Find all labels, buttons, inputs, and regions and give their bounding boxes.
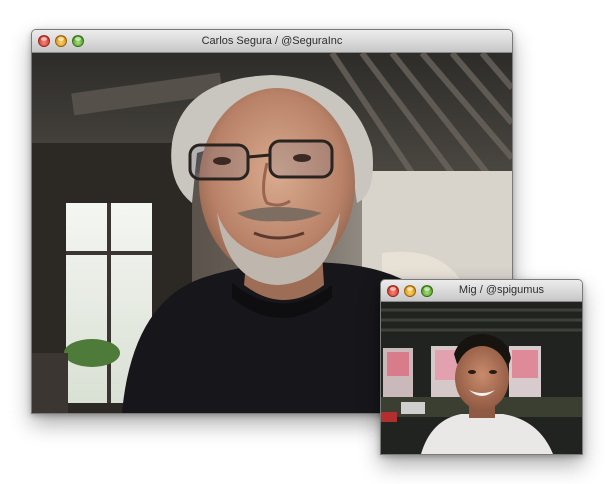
zoom-button[interactable] (72, 35, 84, 47)
minimize-button[interactable] (55, 35, 67, 47)
pip-window-titlebar[interactable]: Mig / @spigumus (381, 280, 582, 302)
pip-zoom-button[interactable] (421, 284, 433, 297)
window-controls (38, 30, 84, 52)
local-participant-video (381, 302, 582, 454)
main-window-title: Carlos Segura / @SeguraInc (201, 35, 343, 47)
close-button[interactable] (38, 35, 50, 47)
pip-close-button[interactable] (387, 284, 399, 297)
pip-minimize-button[interactable] (404, 284, 416, 297)
main-window-titlebar[interactable]: Carlos Segura / @SeguraInc (32, 30, 512, 53)
pip-video-feed (381, 302, 582, 454)
pip-window-controls (387, 280, 433, 301)
pip-video-window[interactable]: Mig / @spigumus (380, 279, 583, 455)
pip-window-title: Mig / @spigumus (458, 284, 545, 296)
